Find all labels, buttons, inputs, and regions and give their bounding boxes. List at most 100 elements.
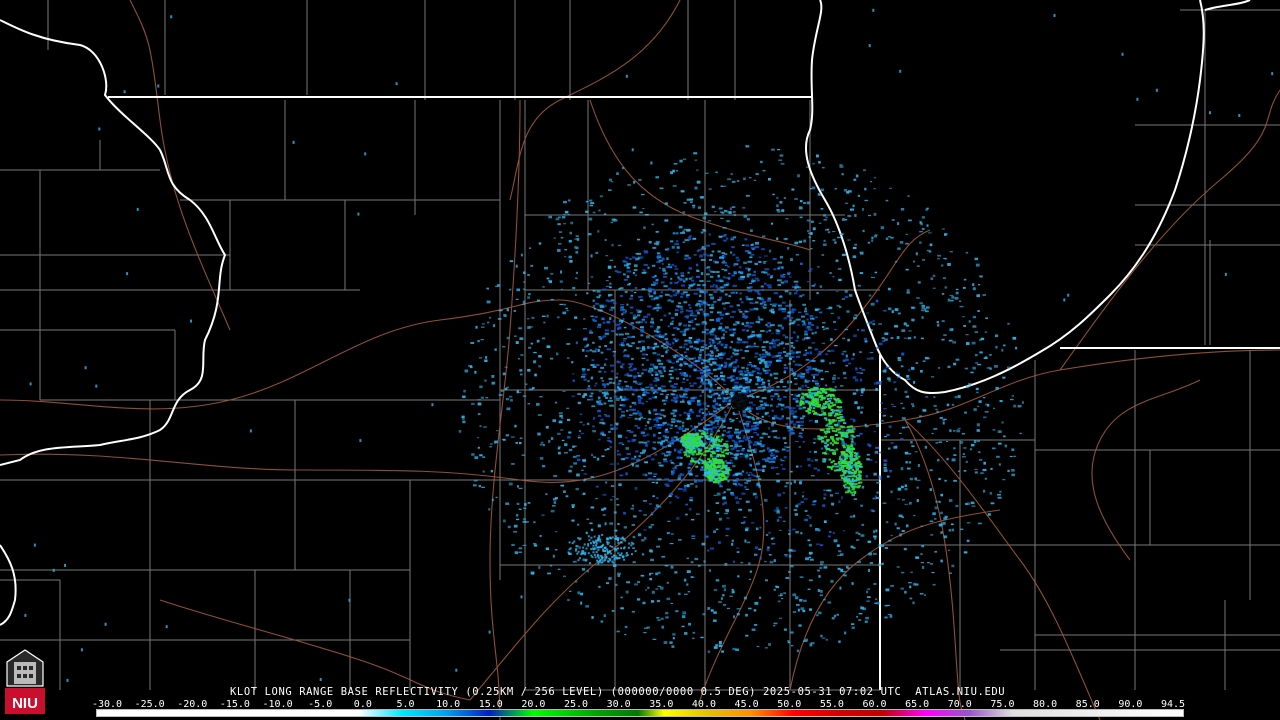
echo-pixel [633,316,638,319]
echo-pixel [820,447,824,450]
echo-pixel [731,542,734,546]
echo-pixel [671,245,675,249]
echo-pixel [937,459,940,462]
echo-pixel [785,577,790,580]
echo-pixel [724,460,728,463]
echo-pixel [944,479,947,482]
echo-pixel [834,385,837,389]
echo-pixel [770,308,775,311]
echo-pixel [781,326,784,330]
echo-pixel [715,171,718,174]
echo-pixel [587,398,591,401]
echo-pixel [708,471,711,474]
echo-pixel [685,328,689,331]
echo-pixel [931,572,935,574]
echo-pixel [575,341,578,345]
echo-pixel [477,402,482,406]
echo-pixel [832,362,835,364]
echo-pixel [605,280,609,282]
echo-pixel [907,337,912,340]
echo-pixel [798,240,803,243]
echo-pixel [638,256,644,259]
echo-pixel [675,465,680,467]
echo-pixel [758,260,762,263]
echo-pixel [656,353,661,356]
echo-pixel [692,440,696,443]
echo-pixel [754,277,759,280]
echo-pixel [737,433,741,436]
echo-pixel [829,362,832,365]
echo-pixel [600,366,605,369]
echo-pixel [735,413,740,415]
echo-pixel [850,208,854,211]
echo-pixel [745,457,748,460]
echo-pixel [722,430,727,432]
echo-pixel [788,337,793,340]
echo-pixel [753,432,758,434]
echo-pixel [711,470,716,473]
echo-pixel [605,396,609,399]
echo-pixel [847,468,851,471]
echo-pixel [655,231,659,233]
echo-pixel [711,303,714,307]
echo-pixel [893,381,897,384]
echo-pixel [818,395,821,398]
echo-pixel [548,279,552,283]
echo-pixel [685,438,688,441]
echo-pixel [613,557,616,561]
echo-pixel [783,364,787,367]
echo-pixel [688,267,693,270]
echo-pixel [830,338,833,341]
echo-pixel [896,527,900,530]
echo-pixel [762,465,767,468]
echo-pixel [961,433,965,435]
echo-pixel [777,261,783,264]
echo-pixel [783,592,786,594]
echo-pixel [633,292,637,294]
echo-pixel [806,281,811,283]
echo-pixel [696,180,701,184]
echo-pixel [479,385,483,389]
echo-pixel [697,270,700,272]
echo-pixel [622,339,626,342]
echo-pixel [652,392,656,395]
echo-pixel [784,485,788,488]
echo-pixel [754,246,760,249]
echo-pixel [795,283,798,286]
echo-pixel [773,292,779,295]
echo-pixel [647,293,651,296]
echo-pixel [949,251,953,253]
echo-pixel [674,383,679,385]
echo-pixel [800,501,804,504]
echo-pixel [692,434,696,437]
echo-pixel [604,332,610,335]
echo-pixel [716,364,721,367]
echo-pixel [605,481,608,484]
echo-pixel [637,598,641,601]
echo-pixel [647,418,652,421]
echo-pixel [675,232,679,235]
echo-pixel [754,356,758,358]
echo-pixel [890,534,893,537]
echo-pixel [709,464,713,467]
echo-pixel [824,450,827,453]
echo-pixel [502,346,506,348]
echo-pixel [831,502,835,506]
echo-pixel [509,395,513,398]
echo-pixel [564,443,568,447]
echo-pixel [689,306,692,309]
echo-pixel [732,366,737,369]
echo-pixel [859,251,864,253]
echo-pixel [919,302,923,305]
echo-pixel [608,377,613,380]
echo-pixel [575,271,578,274]
echo-pixel [766,364,771,367]
echo-pixel [745,431,750,434]
echo-pixel [891,403,894,405]
echo-pixel [764,371,769,375]
echo-pixel [803,498,808,500]
echo-pixel [656,545,660,548]
echo-pixel [530,342,534,345]
echo-pixel [896,376,901,379]
echo-pixel [692,451,696,454]
